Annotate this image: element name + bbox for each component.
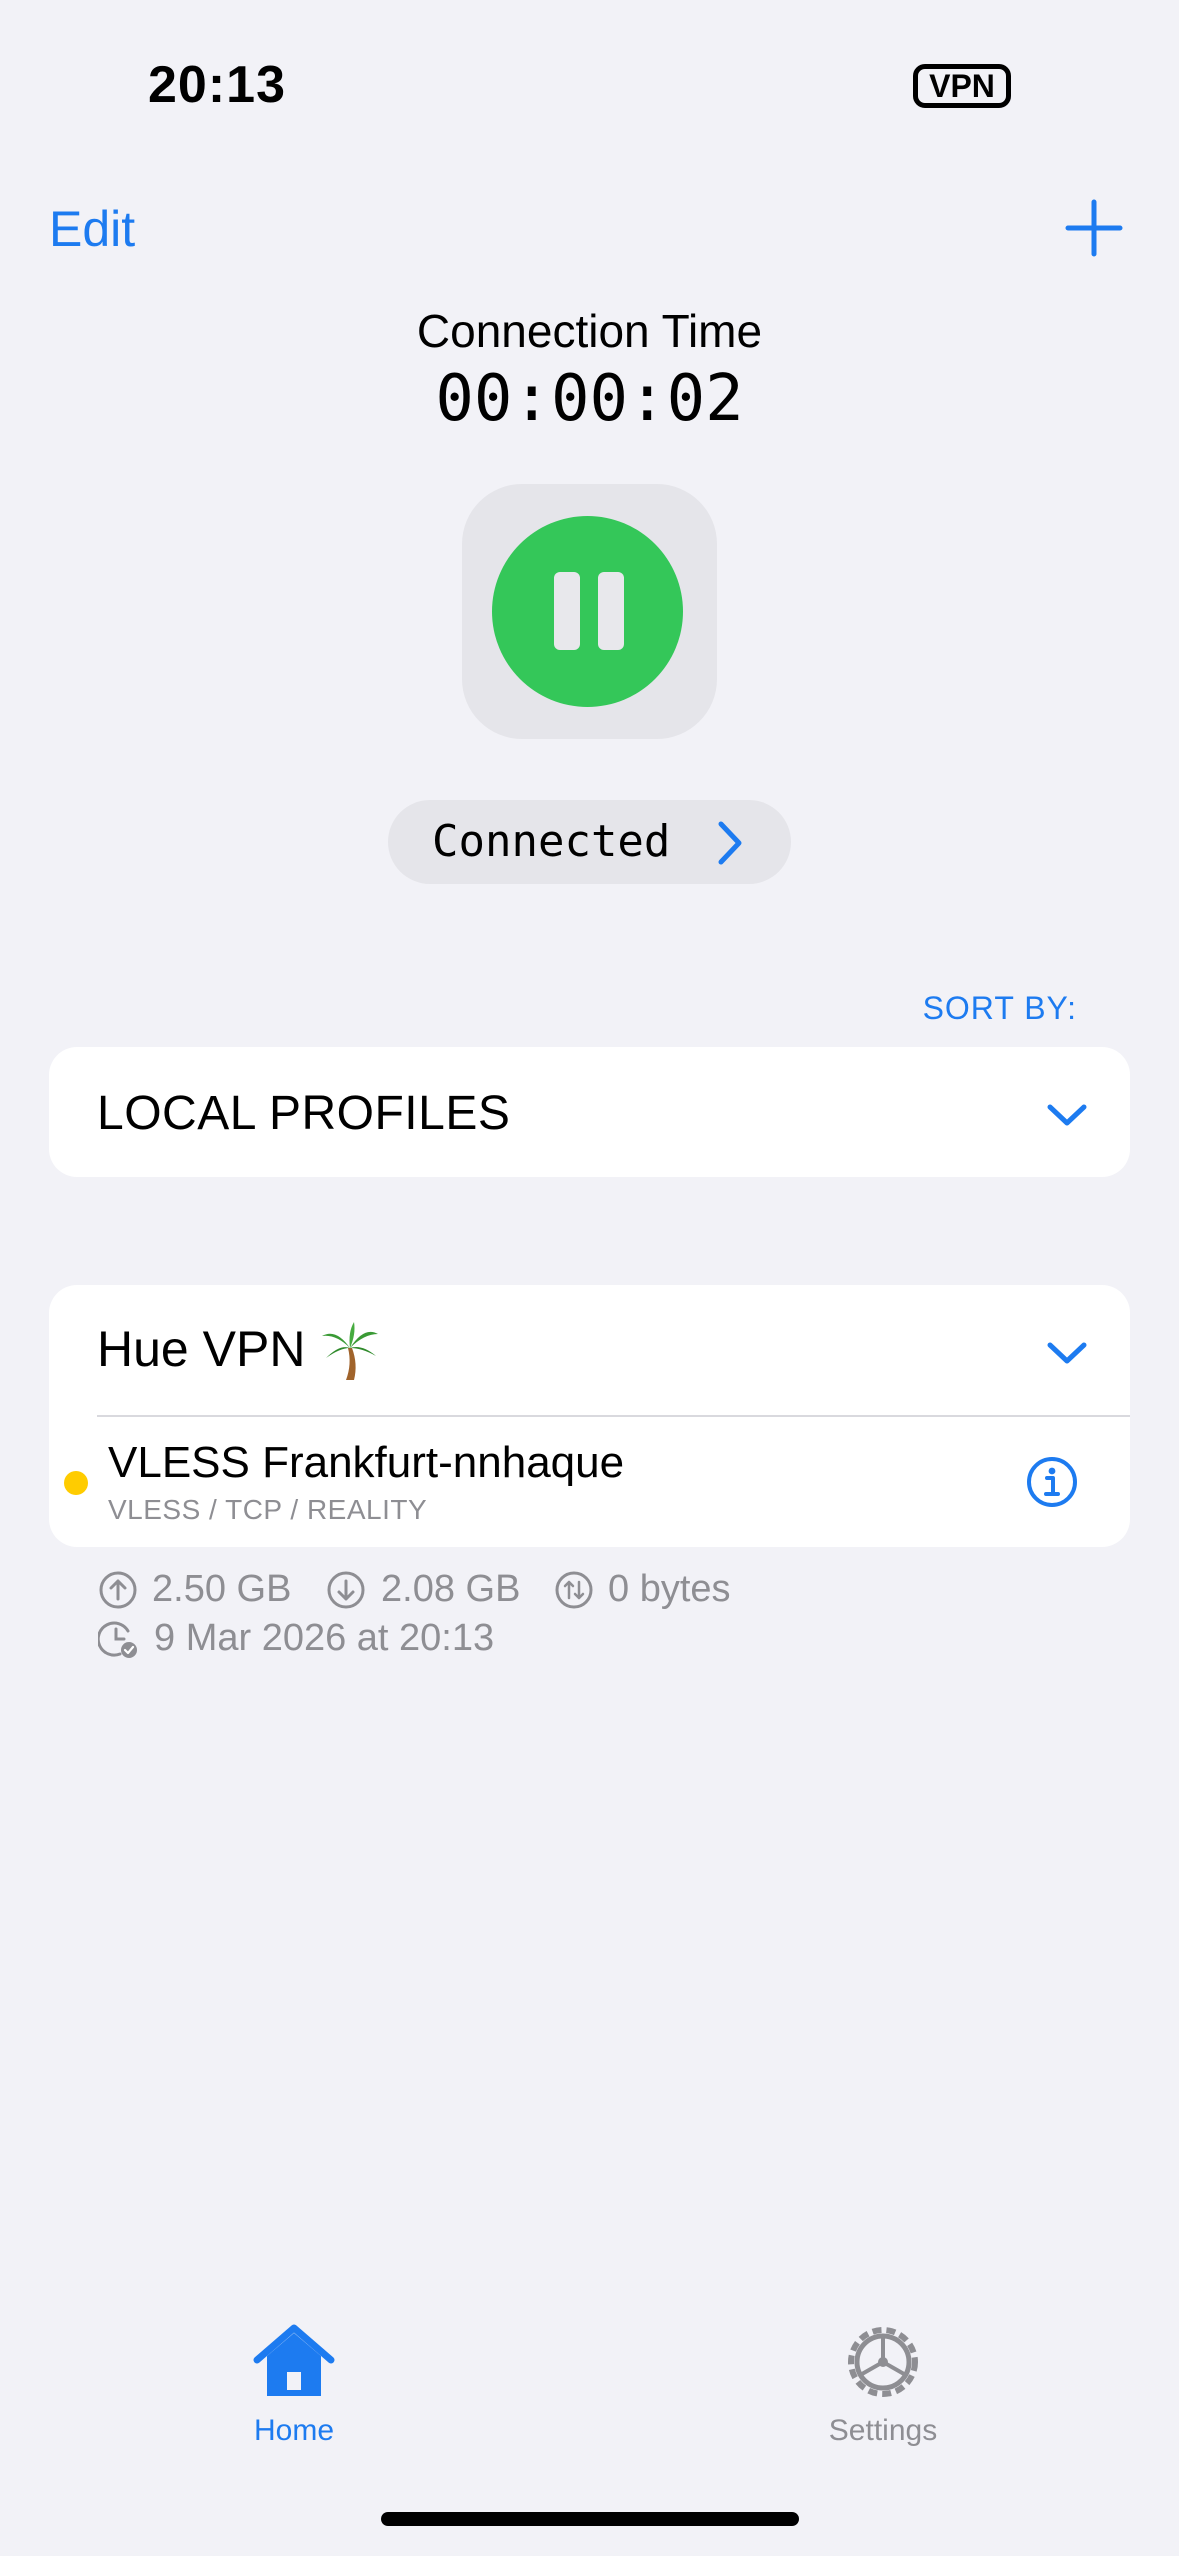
sort-by-button[interactable]: SORT BY: xyxy=(0,990,1077,1027)
info-icon[interactable] xyxy=(1026,1456,1078,1508)
house-icon[interactable] xyxy=(249,2322,339,2402)
home-indicator xyxy=(381,2512,799,2526)
chevron-right-icon xyxy=(718,821,742,865)
palm-tree-emoji xyxy=(318,1318,382,1382)
last-updated: 9 Mar 2026 at 20:13 xyxy=(154,1617,495,1659)
profile-protocol: VLESS / TCP / REALITY xyxy=(108,1494,428,1525)
chevron-down-icon[interactable] xyxy=(1046,1339,1088,1367)
profile-status-dot xyxy=(64,1471,88,1495)
local-profiles-title: LOCAL PROFILES xyxy=(97,1087,511,1140)
plus-icon[interactable] xyxy=(1064,198,1124,258)
pause-icon-bar xyxy=(598,572,624,650)
download-amount: 2.08 GB xyxy=(381,1568,521,1610)
subscription-group-title[interactable]: Hue VPN xyxy=(97,1320,305,1378)
connection-status-text: Connected xyxy=(432,816,671,867)
chevron-down-icon[interactable] xyxy=(1046,1101,1088,1129)
download-icon xyxy=(327,1571,365,1609)
divider xyxy=(97,1415,1130,1417)
profile-name[interactable]: VLESS Frankfurt-nnhaque xyxy=(108,1438,624,1488)
pause-icon xyxy=(554,572,580,650)
connection-timer: 00:00:02 xyxy=(435,362,744,436)
gear-icon[interactable] xyxy=(838,2322,928,2402)
tab-settings[interactable]: Settings xyxy=(783,2414,983,2448)
total-amount: 0 bytes xyxy=(608,1568,731,1610)
vpn-status-badge: VPN xyxy=(913,64,1011,108)
upload-amount: 2.50 GB xyxy=(152,1568,292,1610)
upload-icon xyxy=(99,1571,137,1609)
tab-home[interactable]: Home xyxy=(194,2414,394,2448)
connection-time-label: Connection Time xyxy=(416,305,763,357)
connection-toggle-circle[interactable] xyxy=(492,516,683,707)
transfer-icon xyxy=(555,1571,593,1609)
status-bar-time: 20:13 xyxy=(148,56,286,114)
clock-check-icon xyxy=(98,1621,137,1658)
edit-button[interactable]: Edit xyxy=(49,200,135,258)
